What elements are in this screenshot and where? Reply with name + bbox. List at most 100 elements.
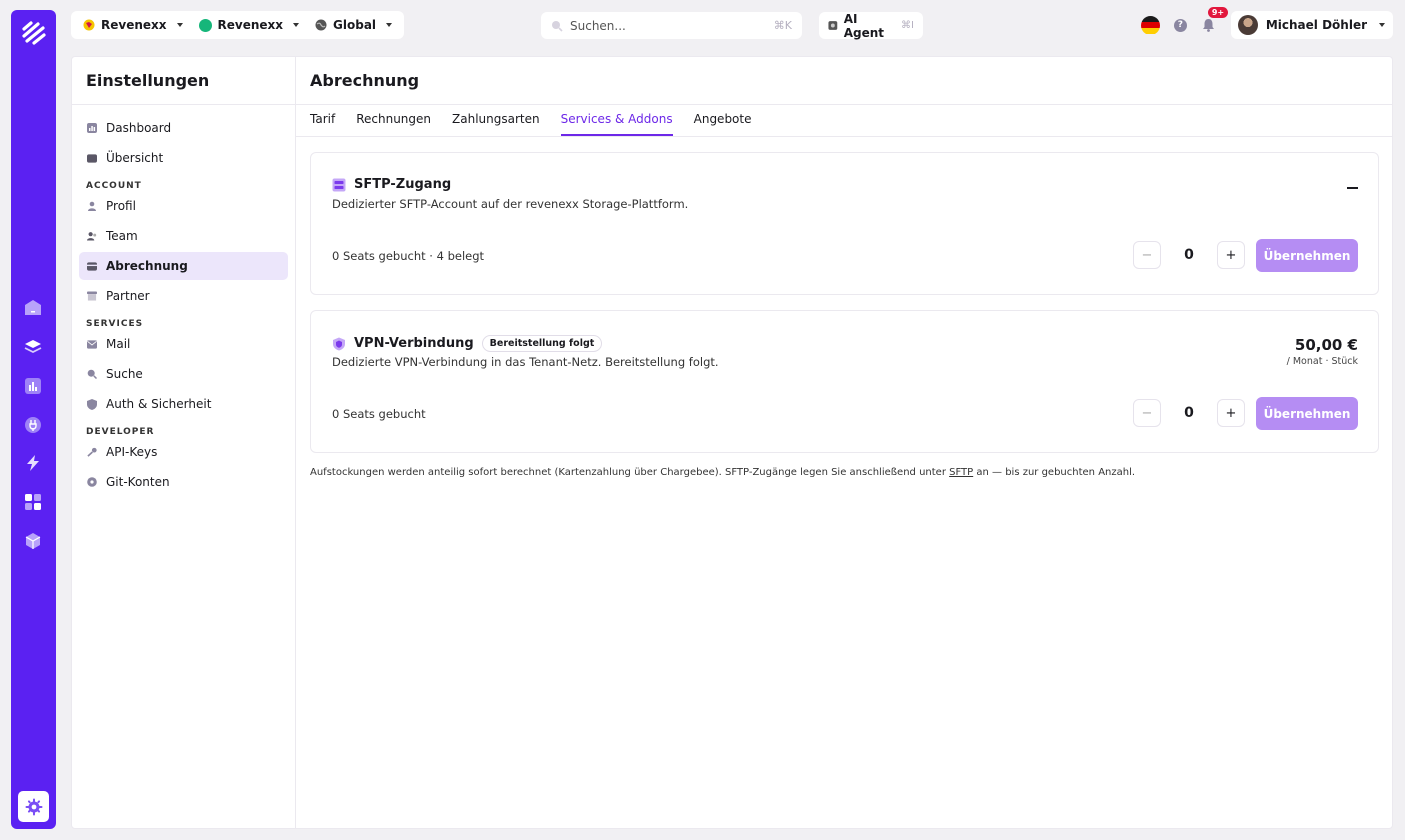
decrement-button[interactable]: − [1133,399,1161,427]
sidebar-item-git-konten[interactable]: Git-Konten [79,468,288,496]
chevron-down-icon [293,23,300,27]
apps-icon[interactable] [23,492,43,512]
settings-button[interactable] [18,791,49,822]
notifications-badge: 9+ [1207,7,1229,18]
sidebar-item-suche[interactable]: Suche [79,360,288,388]
region-selector[interactable]: Global [309,11,398,39]
apply-button[interactable]: Übernehmen [1256,239,1358,272]
home-icon[interactable] [23,298,43,318]
ai-agent-shortcut: ⌘I [901,20,914,31]
notifications-button[interactable]: 9+ [1201,7,1229,33]
note-text-end: an — bis zur gebuchten Anzahl. [973,467,1136,478]
search-placeholder: Suchen... [570,18,626,33]
sftp-link[interactable]: SFTP [949,467,973,478]
increment-button[interactable]: + [1217,241,1245,269]
card-header: VPN-Verbindung Bereitstellung folgt [332,335,603,352]
billing-tabs: Tarif Rechnungen Zahlungsarten Services & A… [296,105,1392,137]
sidebar-item-label: Mail [106,337,131,351]
chevron-down-icon [1379,23,1385,27]
package-icon[interactable] [23,531,43,551]
settings-sidebar: Einstellungen Dashboard Übersicht ACCOUNT P… [72,57,296,828]
ai-agent-label: AI Agent [843,11,884,40]
sidebar-item-label: Git-Konten [106,475,170,489]
addon-card-sftp: SFTP-Zugang Dedizierter SFTP-Account auf… [310,152,1379,295]
ai-agent-button[interactable]: AI Agent ⌘I [819,11,923,40]
settings-nav: Dashboard Übersicht ACCOUNT Profil Team Abrec… [72,105,295,507]
sidebar-item-übersicht[interactable]: Übersicht [79,144,288,172]
sidebar-item-team[interactable]: Team [79,222,288,250]
tenant-selector[interactable]: Revenexx [193,11,306,39]
tab-services-addons[interactable]: Services & Addons [560,112,673,136]
layers-icon[interactable] [23,337,43,357]
card-header: SFTP-Zugang [332,177,451,192]
top-right-actions: ? 9+ Michael Döhler [1140,7,1393,39]
quantity-value: 0 [1184,247,1194,263]
overview-icon [87,153,97,163]
note-text: Aufstockungen werden anteilig sofort ber… [310,467,950,478]
help-icon[interactable]: ? [1173,18,1187,32]
sidebar-item-api-keys[interactable]: API-Keys [79,438,288,466]
scope-selector: Revenexx Revenexx Global [71,11,405,39]
sidebar-item-profil[interactable]: Profil [79,192,288,220]
mail-icon [87,339,97,349]
gear-icon [25,798,42,815]
tab-zahlungsarten[interactable]: Zahlungsarten [452,112,540,136]
sidebar-item-label: Suche [106,367,143,381]
bolt-icon[interactable] [23,453,43,473]
globe-icon [315,19,327,31]
ai-agent-icon [828,21,838,30]
server-icon [332,178,346,191]
search-shortcut: ⌘K [773,19,792,32]
org-selector[interactable]: Revenexx [77,11,189,39]
team-icon [87,231,97,241]
app-logo-icon[interactable] [21,20,47,46]
sidebar-item-label: Übersicht [106,151,164,165]
app-rail [11,10,56,829]
increment-button[interactable]: + [1217,399,1245,427]
dashboard-icon [87,123,97,133]
tab-tarif[interactable]: Tarif [310,112,335,136]
sidebar-item-auth-sicherheit[interactable]: Auth & Sicherheit [79,390,288,418]
sidebar-item-label: API-Keys [106,445,158,459]
analytics-icon[interactable] [23,376,43,396]
top-bar: Revenexx Revenexx Global Suchen... ⌘K AI… [71,7,1393,40]
sidebar-item-label: Auth & Sicherheit [106,397,212,411]
main-content: Abrechnung Tarif Rechnungen Zahlungsarten S… [296,57,1392,828]
user-menu[interactable]: Michael Döhler [1230,11,1393,39]
card-title: SFTP-Zugang [354,177,452,192]
tenant-selector-label: Revenexx [217,18,284,32]
sidebar-item-mail[interactable]: Mail [79,330,288,358]
settings-panel: Einstellungen Dashboard Übersicht ACCOUNT P… [71,56,1393,829]
decrement-button[interactable]: − [1133,241,1161,269]
tab-angebote[interactable]: Angebote [694,112,752,136]
page-title: Abrechnung [296,57,1392,105]
sidebar-item-abrechnung[interactable]: Abrechnung [79,252,288,280]
green-dot-icon [198,18,212,32]
apply-button[interactable]: Übernehmen [1256,397,1358,430]
sidebar-item-dashboard[interactable]: Dashboard [79,114,288,142]
sidebar-item-label: Abrechnung [106,259,188,273]
seats-status: 0 Seats gebucht · 4 belegt [332,249,485,263]
quantity-stepper: − 0 + [1133,241,1245,269]
card-description: Dedizierter SFTP-Account auf der revenex… [332,197,689,211]
search-input[interactable]: Suchen... ⌘K [541,12,802,39]
org-badge-icon [83,19,95,31]
user-icon [87,201,97,211]
search-icon [87,369,97,379]
tab-rechnungen[interactable]: Rechnungen [356,112,431,136]
nav-section-label: DEVELOPER [86,427,155,437]
shield-icon [333,337,345,350]
quantity-stepper: − 0 + [1133,399,1245,427]
sidebar-item-partner[interactable]: Partner [79,282,288,310]
collapse-icon[interactable] [1347,187,1358,189]
region-selector-label: Global [333,18,377,32]
plugin-icon[interactable] [23,415,43,435]
user-name: Michael Döhler [1265,18,1367,32]
card-title: VPN-Verbindung [354,336,474,351]
avatar [1237,15,1258,35]
org-selector-label: Revenexx [101,18,167,32]
language-flag-icon[interactable] [1140,15,1160,35]
git-icon [87,477,97,487]
key-icon [87,447,97,457]
sidebar-item-label: Profil [106,199,136,213]
